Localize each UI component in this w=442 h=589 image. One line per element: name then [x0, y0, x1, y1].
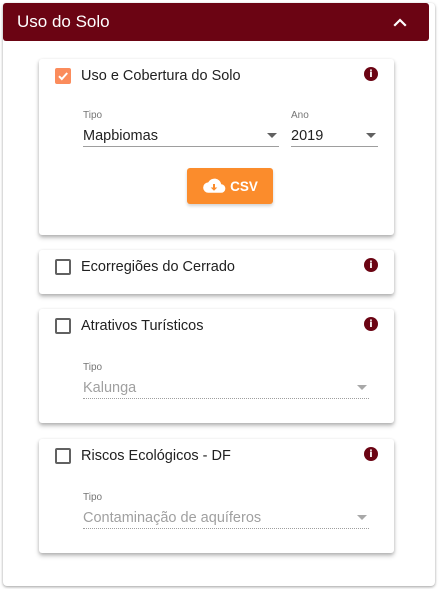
layer-label: Uso e Cobertura do Solo — [81, 68, 241, 84]
select-value: Mapbiomas — [83, 127, 158, 144]
csv-download-button[interactable]: CSV — [187, 168, 273, 204]
caret-down-icon — [366, 133, 376, 138]
tipo-select[interactable]: Tipo Mapbiomas — [83, 110, 279, 147]
field-label: Tipo — [83, 492, 103, 503]
checkbox-unchecked[interactable] — [55, 259, 71, 275]
field-label: Tipo — [83, 110, 103, 121]
select-value: Kalunga — [83, 379, 137, 396]
info-icon[interactable]: i — [364, 258, 378, 272]
layer-label: Ecorregiões do Cerrado — [81, 259, 235, 275]
layer-toggle-uso-cobertura[interactable]: Uso e Cobertura do Solo — [55, 68, 241, 84]
info-icon[interactable]: i — [364, 317, 378, 331]
panel-title: Uso do Solo — [17, 12, 110, 31]
select-value: 2019 — [291, 127, 324, 144]
select-box: Kalunga — [83, 377, 369, 399]
csv-button-label: CSV — [230, 178, 258, 194]
field-label: Tipo — [83, 362, 103, 373]
caret-down-icon — [357, 515, 367, 520]
select-box: Contaminação de aquíferos — [83, 507, 369, 529]
layer-toggle-riscos[interactable]: Riscos Ecológicos - DF — [55, 448, 231, 464]
layer-card-riscos: Riscos Ecológicos - DF i Tipo Contaminaç… — [39, 439, 394, 553]
checkbox-unchecked[interactable] — [55, 318, 71, 334]
info-icon[interactable]: i — [364, 67, 378, 81]
select-value: Contaminação de aquíferos — [83, 509, 262, 526]
layer-card-atrativos: Atrativos Turísticos i Tipo Kalunga — [39, 309, 394, 423]
layer-label: Atrativos Turísticos — [81, 318, 204, 334]
caret-down-icon — [357, 385, 367, 390]
layer-label: Riscos Ecológicos - DF — [81, 448, 231, 464]
chevron-up-icon[interactable] — [393, 15, 407, 29]
layer-card-ecorregioes: Ecorregiões do Cerrado i — [39, 250, 394, 294]
layer-toggle-atrativos[interactable]: Atrativos Turísticos — [55, 318, 203, 334]
caret-down-icon — [267, 133, 277, 138]
ano-select[interactable]: Ano 2019 — [291, 110, 378, 147]
select-box[interactable]: 2019 — [291, 125, 378, 147]
cloud-download-icon — [202, 177, 226, 195]
checkbox-checked[interactable] — [55, 68, 71, 84]
info-icon[interactable]: i — [364, 447, 378, 461]
field-label: Ano — [291, 110, 309, 121]
tipo-select-disabled: Tipo Contaminação de aquíferos — [83, 492, 369, 529]
layer-card-uso-cobertura: Uso e Cobertura do Solo i Tipo Mapbiomas… — [39, 59, 394, 235]
tipo-select-disabled: Tipo Kalunga — [83, 362, 369, 399]
panel-header[interactable]: Uso do Solo — [3, 3, 429, 41]
select-box[interactable]: Mapbiomas — [83, 125, 279, 147]
checkbox-unchecked[interactable] — [55, 448, 71, 464]
layer-toggle-ecorregioes[interactable]: Ecorregiões do Cerrado — [55, 259, 235, 275]
